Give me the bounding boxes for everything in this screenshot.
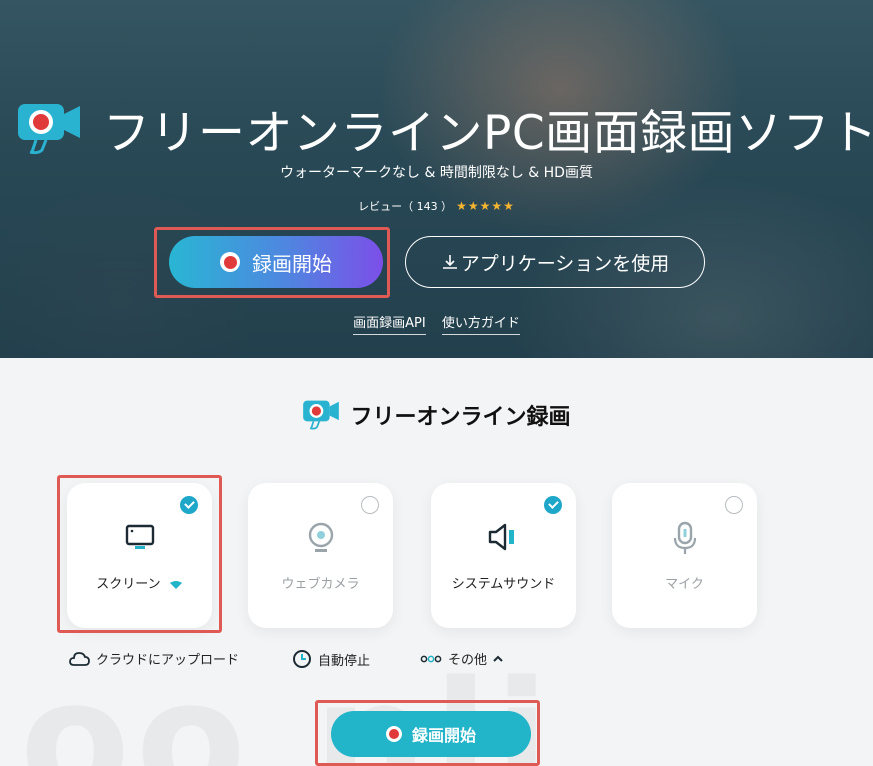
- auto-stop-option[interactable]: 自動停止: [292, 649, 370, 669]
- review-label: レビュー（ 143 ）: [358, 200, 453, 213]
- star-rating-icon: ★★★★★: [456, 199, 515, 213]
- hero-banner: フリーオンラインPC画面録画ソフト ウォーターマークなし & 時間制限なし & …: [0, 0, 873, 358]
- chevron-up-icon: [493, 655, 503, 662]
- speaker-icon: [488, 523, 514, 551]
- microphone-icon: [673, 521, 696, 554]
- upload-to-cloud-option[interactable]: クラウドにアップロード: [68, 649, 239, 668]
- api-link[interactable]: 画面録画API: [353, 312, 426, 335]
- recorder-logo-icon: [303, 400, 340, 430]
- clock-icon: [293, 650, 311, 668]
- section-title: フリーオンライン録画: [350, 405, 571, 430]
- auto-stop-label: 自動停止: [318, 653, 371, 669]
- hero-links: 画面録画API 使い方ガイド: [0, 312, 873, 335]
- recorder-logo-icon: [18, 104, 80, 155]
- webcam-card[interactable]: ウェブカメラ: [248, 483, 393, 628]
- hero-subtitle: ウォーターマークなし & 時間制限なし & HD画質: [280, 165, 593, 181]
- page-title: フリーオンラインPC画面録画ソフト: [103, 106, 873, 161]
- microphone-card[interactable]: マイク: [612, 483, 757, 628]
- more-options-toggle[interactable]: その他: [420, 649, 503, 668]
- upload-to-cloud-label: クラウドにアップロード: [96, 653, 240, 668]
- review-rating: レビュー（ 143 ） ★★★★★: [0, 198, 873, 214]
- checkbox-unchecked-icon[interactable]: [725, 496, 743, 514]
- section-heading: フリーオンライン録画: [0, 398, 873, 432]
- highlight-box-top-record: [154, 227, 390, 298]
- webcam-card-label: ウェブカメラ: [281, 577, 360, 592]
- microphone-card-label: マイク: [665, 577, 704, 592]
- use-application-button[interactable]: アプリケーションを使用: [405, 236, 705, 288]
- webcam-icon: [308, 522, 333, 552]
- checkbox-checked-icon[interactable]: [544, 496, 562, 514]
- cloud-icon: [69, 651, 90, 666]
- system-sound-card-label: システムサウンド: [451, 577, 556, 592]
- download-icon: [442, 255, 457, 269]
- guide-link[interactable]: 使い方ガイド: [441, 312, 520, 335]
- more-dots-icon: [420, 655, 442, 662]
- system-sound-card[interactable]: システムサウンド: [431, 483, 576, 628]
- checkbox-unchecked-icon[interactable]: [361, 496, 379, 514]
- more-options-label: その他: [448, 653, 488, 668]
- highlight-box-screen-card: [57, 475, 222, 633]
- highlight-box-bottom-record: [315, 700, 540, 766]
- use-application-label: アプリケーションを使用: [460, 252, 670, 275]
